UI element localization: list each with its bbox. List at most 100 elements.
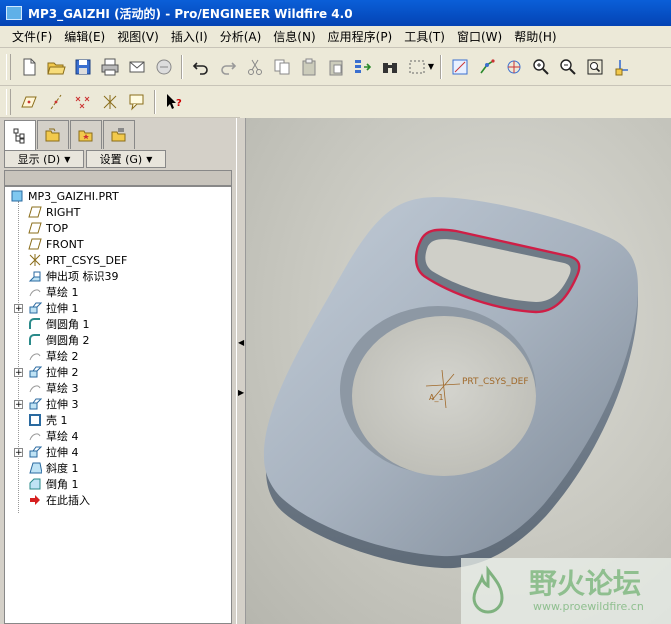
- tree-item-sketch-1[interactable]: 草绘 1: [28, 284, 79, 300]
- tree-item-label: 草绘 1: [46, 286, 79, 299]
- save-button[interactable]: [69, 53, 96, 80]
- main-toolbar: ▼: [0, 48, 671, 86]
- tree-item-insert-here[interactable]: 在此插入: [28, 492, 90, 508]
- zoom-out-button[interactable]: [554, 53, 581, 80]
- tree-item-right[interactable]: RIGHT: [28, 204, 80, 220]
- new-file-button[interactable]: [15, 53, 42, 80]
- menu-window[interactable]: 窗口(W): [451, 26, 508, 48]
- datum-planes-toggle[interactable]: [15, 88, 42, 115]
- paste-special-button[interactable]: [322, 53, 349, 80]
- tab-favorites[interactable]: [70, 120, 102, 149]
- svg-text:?: ?: [176, 98, 182, 109]
- tree-item-front[interactable]: FRONT: [28, 236, 84, 252]
- menu-file[interactable]: 文件(F): [6, 26, 58, 48]
- datum-csys-toggle[interactable]: [96, 88, 123, 115]
- panel-splitter[interactable]: ◀ ▶: [236, 118, 246, 624]
- new-file-icon: [23, 58, 35, 75]
- tree-item-csys[interactable]: PRT_CSYS_DEF: [28, 252, 127, 268]
- tree-item-label: 拉伸 4: [46, 446, 79, 459]
- tree-root[interactable]: MP3_GAIZHI.PRT: [10, 188, 119, 204]
- tree-item-draft-1[interactable]: 斜度 1: [28, 460, 79, 476]
- model-tree: MP3_GAIZHI.PRT RIGHT TOP FRONT PRT_CSYS_…: [4, 186, 232, 624]
- tree-item-top[interactable]: TOP: [28, 220, 68, 236]
- sketch-icon: [28, 285, 42, 299]
- send-mail-button[interactable]: [123, 53, 150, 80]
- part-icon: [10, 189, 24, 203]
- settings-dropdown[interactable]: 设置 (G) ▼: [86, 150, 166, 168]
- menu-insert[interactable]: 插入(I): [165, 26, 214, 48]
- open-button[interactable]: [42, 53, 69, 80]
- tree-item-label: 拉伸 2: [46, 366, 79, 379]
- undo-button[interactable]: [187, 53, 214, 80]
- spin-center-button[interactable]: [500, 53, 527, 80]
- axis-display-icon: [479, 58, 495, 73]
- print-button[interactable]: [96, 53, 123, 80]
- refit-button[interactable]: [581, 53, 608, 80]
- datum-plane-icon: [28, 205, 42, 219]
- regenerate-button[interactable]: [349, 53, 376, 80]
- expand-toggle[interactable]: +: [14, 304, 23, 314]
- tree-item-label: 倒角 1: [46, 478, 79, 491]
- datum-plane-icon: [20, 96, 37, 107]
- datum-points-toggle[interactable]: [69, 88, 96, 115]
- redo-button[interactable]: [214, 53, 241, 80]
- paste-button[interactable]: [295, 53, 322, 80]
- coordinate-system-icon: [103, 94, 116, 109]
- send-link-button[interactable]: [150, 53, 177, 80]
- menu-tools[interactable]: 工具(T): [398, 26, 451, 48]
- chamfer-icon: [28, 477, 42, 491]
- menu-help[interactable]: 帮助(H): [508, 26, 562, 48]
- tree-item-shell-1[interactable]: 壳 1: [28, 412, 68, 428]
- annotations-toggle[interactable]: [123, 88, 150, 115]
- tab-model-tree[interactable]: [4, 120, 36, 150]
- tree-item-sketch-3[interactable]: 草绘 3: [28, 380, 79, 396]
- chevron-down-icon: ▼: [146, 154, 153, 164]
- paste-special-icon: [329, 60, 342, 75]
- tree-item-protrusion[interactable]: 伸出项 标识39: [28, 268, 119, 284]
- cut-button[interactable]: [241, 53, 268, 80]
- menu-applications[interactable]: 应用程序(P): [322, 26, 399, 48]
- copy-button[interactable]: [268, 53, 295, 80]
- context-help-button[interactable]: ?: [160, 88, 187, 115]
- expand-toggle[interactable]: +: [14, 368, 23, 378]
- mail-icon: [129, 61, 144, 72]
- tree-item-round-2[interactable]: 倒圆角 2: [28, 332, 90, 348]
- tree-filter-bar: 显示 (D) ▼ 设置 (G) ▼: [4, 150, 232, 168]
- zoom-in-button[interactable]: [527, 53, 554, 80]
- tree-item-extrude-4[interactable]: 拉伸 4: [28, 444, 79, 460]
- tab-folder-browser[interactable]: [37, 120, 69, 149]
- tree-item-extrude-3[interactable]: 拉伸 3: [28, 396, 79, 412]
- spin-center-icon: [507, 60, 520, 73]
- watermark-title: 野火论坛: [529, 567, 642, 600]
- selection-dropdown-arrow-icon[interactable]: ▼: [426, 62, 436, 71]
- tree-item-sketch-2[interactable]: 草绘 2: [28, 348, 79, 364]
- tree-item-sketch-4[interactable]: 草绘 4: [28, 428, 79, 444]
- sketch-icon: [28, 429, 42, 443]
- tree-item-round-1[interactable]: 倒圆角 1: [28, 316, 90, 332]
- tree-item-extrude-2[interactable]: 拉伸 2: [28, 364, 79, 380]
- collapse-left-icon[interactable]: ◀: [238, 338, 244, 347]
- tree-item-chamfer-1[interactable]: 倒角 1: [28, 476, 79, 492]
- find-button[interactable]: [376, 53, 403, 80]
- graphics-viewport[interactable]: PRT_CSYS_DEF A_1 野火论坛 www.proewildfire.c…: [246, 118, 671, 624]
- menu-view[interactable]: 视图(V): [111, 26, 165, 48]
- model-view: PRT_CSYS_DEF A_1: [263, 197, 638, 569]
- expand-toggle[interactable]: +: [14, 400, 23, 410]
- datum-axes-toggle[interactable]: [42, 88, 69, 115]
- tree-item-label: 倒圆角 2: [46, 334, 90, 347]
- menu-edit[interactable]: 编辑(E): [58, 26, 111, 48]
- tab-connections[interactable]: [103, 120, 135, 149]
- tree-item-extrude-1[interactable]: 拉伸 1: [28, 300, 79, 316]
- reorient-icon: [615, 59, 628, 75]
- datum-display-button[interactable]: [446, 53, 473, 80]
- menu-bar: 文件(F) 编辑(E) 视图(V) 插入(I) 分析(A) 信息(N) 应用程序…: [0, 26, 671, 48]
- menu-analysis[interactable]: 分析(A): [214, 26, 268, 48]
- annotation-icon: [129, 94, 143, 111]
- menu-info[interactable]: 信息(N): [267, 26, 321, 48]
- tree-guide-line: [18, 201, 19, 513]
- expand-right-icon[interactable]: ▶: [238, 388, 244, 397]
- show-dropdown[interactable]: 显示 (D) ▼: [4, 150, 84, 168]
- expand-toggle[interactable]: +: [14, 448, 23, 458]
- reorient-button[interactable]: [608, 53, 635, 80]
- axis-display-button[interactable]: [473, 53, 500, 80]
